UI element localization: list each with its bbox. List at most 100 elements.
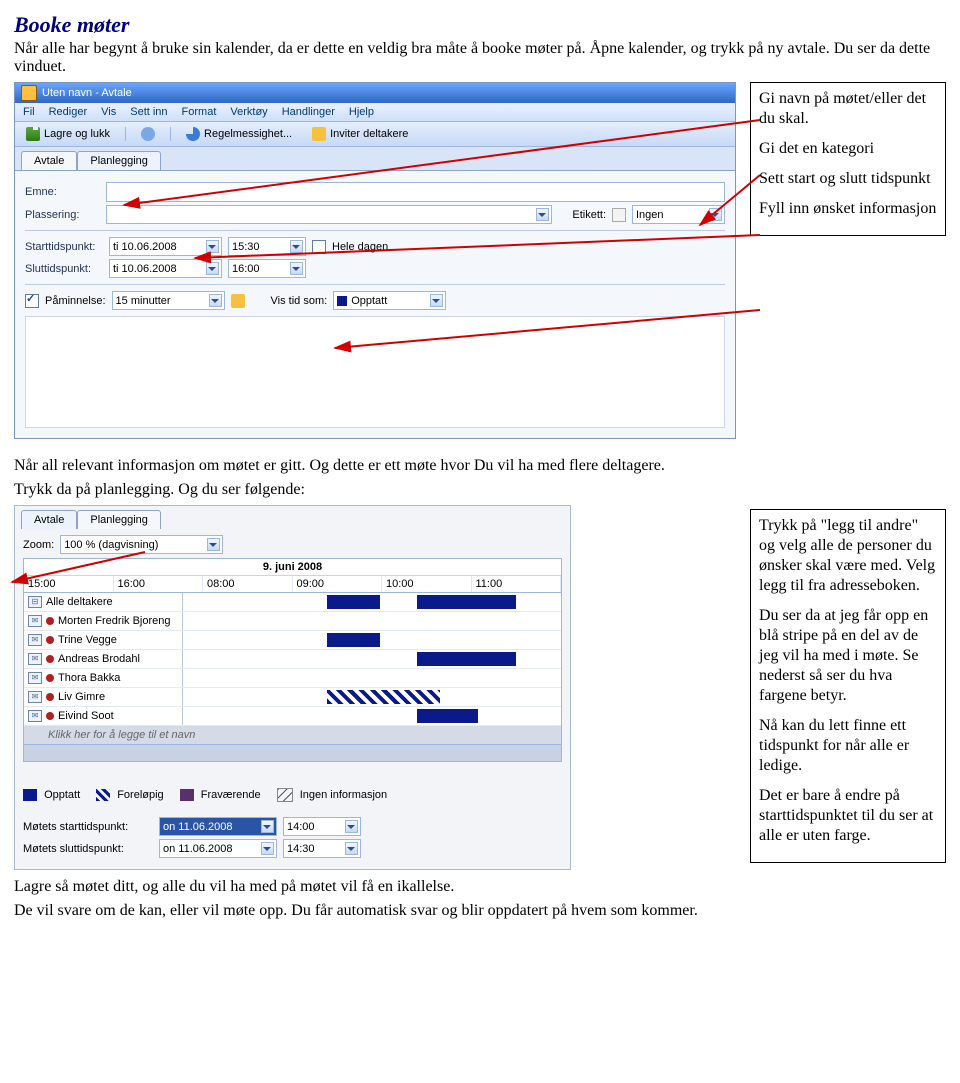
attendee-name: Andreas Brodahl (58, 653, 140, 665)
start-time-select[interactable]: 15:30 (228, 237, 306, 256)
attendee-name: Alle deltakere (46, 596, 113, 608)
menu-fil[interactable]: Fil (21, 105, 37, 119)
window-titlebar: Uten navn - Avtale (15, 83, 735, 103)
share-button[interactable] (136, 125, 160, 143)
mail-icon: ✉ (28, 710, 42, 722)
row-toggle-icon[interactable]: ⊟ (28, 596, 42, 608)
label-etikett: Etikett: (572, 209, 606, 221)
label-vistid: Vis tid som: (271, 295, 328, 307)
menu-hjelp[interactable]: Hjelp (347, 105, 376, 119)
callout1-p3: Sett start og slutt tidspunkt (759, 169, 937, 189)
tab-planlegging[interactable]: Planlegging (77, 151, 161, 170)
legend-opptatt-swatch (23, 789, 37, 801)
meeting-end-date[interactable]: on 11.06.2008 (159, 839, 277, 858)
share-icon (141, 127, 155, 141)
legend-ingen-swatch (277, 788, 293, 802)
label-zoom: Zoom: (23, 539, 54, 551)
menu-verktoy[interactable]: Verktøy (228, 105, 269, 119)
tabstrip: Avtale Planlegging (15, 147, 735, 170)
add-attendee-label: Klikk her for å legge til et navn (48, 729, 195, 741)
notes-textarea[interactable] (25, 316, 725, 428)
menu-settinn[interactable]: Sett inn (128, 105, 169, 119)
intro-text: Når alle har begynt å bruke sin kalender… (14, 40, 946, 76)
legend-ingen: Ingen informasjon (300, 789, 387, 801)
menu-rediger[interactable]: Rediger (47, 105, 90, 119)
plassering-input[interactable] (106, 205, 552, 224)
attendee-row: ✉ Thora Bakka (24, 669, 561, 688)
menu-vis[interactable]: Vis (99, 105, 118, 119)
start-date-select[interactable]: ti 10.06.2008 (109, 237, 222, 256)
callout2-p3: Nå kan du lett finne ett tidspunkt for n… (759, 716, 937, 776)
attendee-name: Morten Fredrik Bjoreng (58, 615, 171, 627)
legend-forelopig-swatch (96, 789, 110, 801)
attendee-name: Eivind Soot (58, 710, 114, 722)
heledagen-checkbox[interactable] (312, 240, 326, 254)
save-icon (26, 127, 40, 141)
attendee-row: ✉ Morten Fredrik Bjoreng (24, 612, 561, 631)
label-plassering: Plassering: (25, 209, 100, 221)
attendee-row: ✉ Andreas Brodahl (24, 650, 561, 669)
scheduling-date: 9. juni 2008 (24, 559, 561, 576)
time-col: 11:00 (472, 576, 562, 592)
callout-box-1: Gi navn på møtet/eller det du skal. Gi d… (750, 82, 946, 236)
tab-avtale[interactable]: Avtale (21, 151, 77, 170)
mail-icon: ✉ (28, 653, 42, 665)
time-col: 16:00 (114, 576, 204, 592)
add-attendee-row[interactable]: Klikk her for å legge til et navn (24, 726, 561, 745)
meeting-end-time[interactable]: 14:30 (283, 839, 361, 858)
attendee-row: ✉ Eivind Soot (24, 707, 561, 726)
label-start: Starttidspunkt: (25, 241, 103, 253)
end-date-select[interactable]: ti 10.06.2008 (109, 259, 222, 278)
label-slutt: Sluttidspunkt: (25, 263, 103, 275)
mid-p2: Trykk da på planlegging. Og du ser følge… (14, 481, 946, 499)
save-close-label: Lagre og lukk (44, 128, 110, 140)
vistid-value: Opptatt (351, 295, 387, 307)
emne-input[interactable] (106, 182, 725, 202)
callout2-p4: Det er bare å endre på starttidspunktet … (759, 786, 937, 846)
callout2-p1: Trykk på "legg til andre" og velg alle d… (759, 516, 937, 596)
attendee-row: ✉ Liv Gimre (24, 688, 561, 707)
mail-icon: ✉ (28, 615, 42, 627)
tail-p1: Lagre så møtet ditt, og alle du vil ha m… (14, 878, 946, 896)
mail-icon: ✉ (28, 634, 42, 646)
recurrence-icon (186, 127, 200, 141)
invite-button[interactable]: Inviter deltakere (307, 125, 413, 143)
bell-icon[interactable] (231, 294, 245, 308)
mail-icon: ✉ (28, 691, 42, 703)
end-time-select[interactable]: 16:00 (228, 259, 306, 278)
callout2-p2: Du ser da at jeg får opp en blå stripe p… (759, 606, 937, 706)
attendee-name: Thora Bakka (58, 672, 120, 684)
attendee-row: ✉ Trine Vegge (24, 631, 561, 650)
time-col: 15:00 (24, 576, 114, 592)
scheduling-window: Avtale Planlegging Zoom: 100 % (dagvisni… (14, 505, 571, 870)
required-dot-icon (46, 636, 54, 644)
callout1-p2: Gi det en kategori (759, 139, 937, 159)
zoom-select[interactable]: 100 % (dagvisning) (60, 535, 223, 554)
menu-handlinger[interactable]: Handlinger (280, 105, 337, 119)
menu-format[interactable]: Format (180, 105, 219, 119)
meeting-start-date[interactable]: on 11.06.2008 (159, 817, 277, 836)
vistid-select[interactable]: Opptatt (333, 291, 446, 310)
scheduling-grid: ⊟ Alle deltakere ✉ Morten Fredrik Bjoren… (23, 593, 562, 762)
save-close-button[interactable]: Lagre og lukk (21, 125, 115, 143)
tab2-planlegging[interactable]: Planlegging (77, 510, 161, 529)
legend: Opptatt Foreløpig Fraværende Ingen infor… (15, 762, 570, 810)
separator-icon (170, 127, 171, 141)
tab2-avtale[interactable]: Avtale (21, 510, 77, 529)
label-mslutt: Møtets sluttidspunkt: (23, 843, 153, 855)
tabstrip2: Avtale Planlegging (15, 506, 570, 529)
meeting-start-time[interactable]: 14:00 (283, 817, 361, 836)
required-dot-icon (46, 712, 54, 720)
recurrence-button[interactable]: Regelmessighet... (181, 125, 297, 143)
busy-color-icon (337, 296, 347, 306)
required-dot-icon (46, 617, 54, 625)
paminnelse-checkbox[interactable] (25, 294, 39, 308)
label-paminnelse: Påminnelse: (45, 295, 106, 307)
etikett-colorbox[interactable] (612, 208, 626, 222)
mail-icon: ✉ (28, 672, 42, 684)
legend-forelopig: Foreløpig (117, 789, 163, 801)
paminnelse-select[interactable]: 15 minutter (112, 291, 225, 310)
callout1-p4: Fyll inn ønsket informasjon (759, 199, 937, 219)
etikett-select[interactable]: Ingen (632, 205, 725, 224)
required-dot-icon (46, 693, 54, 701)
